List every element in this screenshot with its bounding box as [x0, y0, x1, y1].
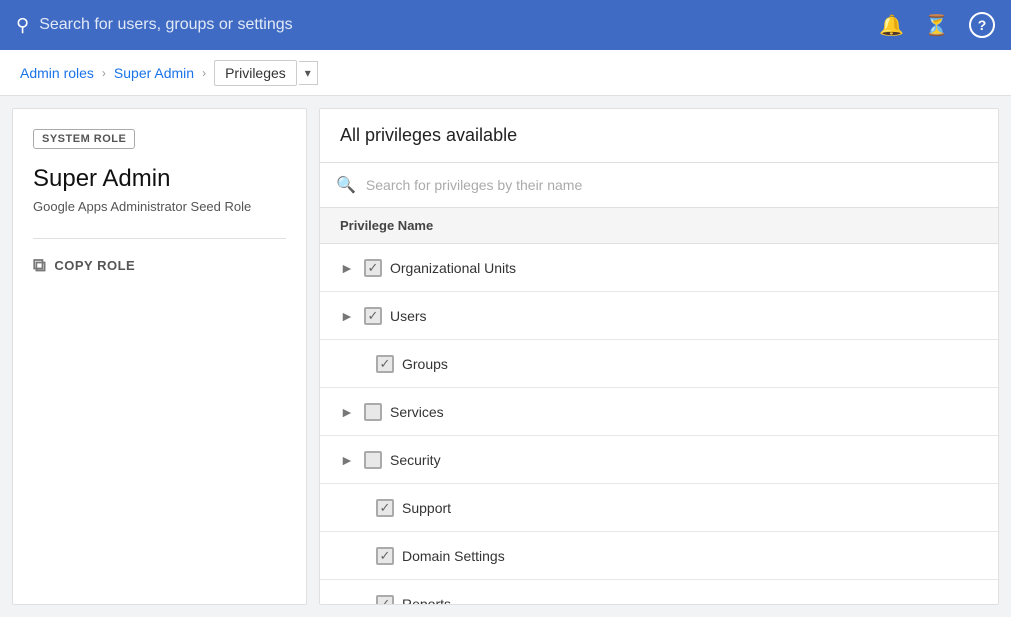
table-row: Domain Settings	[320, 532, 998, 580]
privilege-table: Privilege Name ► Organizational Units ► Use…	[320, 208, 998, 604]
privilege-name: Organizational Units	[390, 260, 516, 276]
privilege-name: Support	[402, 500, 451, 516]
privilege-checkbox[interactable]	[376, 547, 394, 565]
copy-icon: ⧉	[33, 255, 46, 276]
breadcrumb: Admin roles › Super Admin › Privileges ▾	[0, 50, 1011, 96]
content-title: All privileges available	[320, 109, 998, 163]
search-icon: ⚲	[16, 15, 29, 36]
breadcrumb-admin-roles[interactable]: Admin roles	[20, 65, 94, 81]
table-row: ► Services	[320, 388, 998, 436]
breadcrumb-super-admin[interactable]: Super Admin	[114, 65, 194, 81]
header-actions: 🔔 ⏳ ?	[879, 12, 995, 38]
copy-role-label: COPY ROLE	[54, 258, 135, 273]
copy-role-button[interactable]: ⧉ COPY ROLE	[33, 255, 135, 276]
search-input[interactable]	[39, 16, 656, 34]
table-row: ► Organizational Units	[320, 244, 998, 292]
expand-icon[interactable]: ►	[340, 452, 356, 468]
expand-icon[interactable]: ►	[340, 404, 356, 420]
timer-icon[interactable]: ⏳	[924, 13, 949, 38]
table-row: Support	[320, 484, 998, 532]
table-row: Groups	[320, 340, 998, 388]
privilege-checkbox[interactable]	[376, 595, 394, 605]
privilege-checkbox[interactable]	[376, 355, 394, 373]
main-layout: SYSTEM ROLE Super Admin Google Apps Admi…	[0, 96, 1011, 617]
breadcrumb-privileges[interactable]: Privileges	[214, 60, 297, 86]
breadcrumb-dropdown-btn[interactable]: ▾	[299, 61, 318, 85]
privilege-name: Security	[390, 452, 441, 468]
system-role-badge: SYSTEM ROLE	[33, 129, 135, 149]
expand-icon[interactable]: ►	[340, 260, 356, 276]
privilege-checkbox[interactable]	[364, 259, 382, 277]
role-name: Super Admin	[33, 165, 286, 193]
expand-icon[interactable]: ►	[340, 308, 356, 324]
privilege-name: Reports	[402, 596, 451, 605]
header: ⚲ 🔔 ⏳ ?	[0, 0, 1011, 50]
breadcrumb-sep-1: ›	[102, 66, 106, 80]
privilege-name: Users	[390, 308, 427, 324]
privilege-search-bar[interactable]: 🔍	[320, 163, 998, 208]
privilege-checkbox[interactable]	[364, 451, 382, 469]
table-row: ► Security	[320, 436, 998, 484]
column-header: Privilege Name	[320, 208, 998, 244]
privilege-checkbox[interactable]	[376, 499, 394, 517]
breadcrumb-sep-2: ›	[202, 66, 206, 80]
role-description: Google Apps Administrator Seed Role	[33, 199, 286, 214]
privilege-checkbox[interactable]	[364, 307, 382, 325]
sidebar-divider	[33, 238, 286, 239]
privilege-search-icon: 🔍	[336, 175, 356, 195]
table-row: ► Users	[320, 292, 998, 340]
table-row: Reports	[320, 580, 998, 604]
breadcrumb-current: Privileges ▾	[214, 60, 318, 86]
help-icon[interactable]: ?	[969, 12, 995, 38]
privilege-name: Services	[390, 404, 444, 420]
search-bar[interactable]: ⚲	[16, 15, 656, 36]
content-panel: All privileges available 🔍 Privilege Nam…	[319, 108, 999, 605]
sidebar: SYSTEM ROLE Super Admin Google Apps Admi…	[12, 108, 307, 605]
privilege-checkbox[interactable]	[364, 403, 382, 421]
privilege-search-input[interactable]	[366, 177, 982, 193]
privilege-name: Domain Settings	[402, 548, 505, 564]
privilege-name: Groups	[402, 356, 448, 372]
bell-icon[interactable]: 🔔	[879, 13, 904, 38]
